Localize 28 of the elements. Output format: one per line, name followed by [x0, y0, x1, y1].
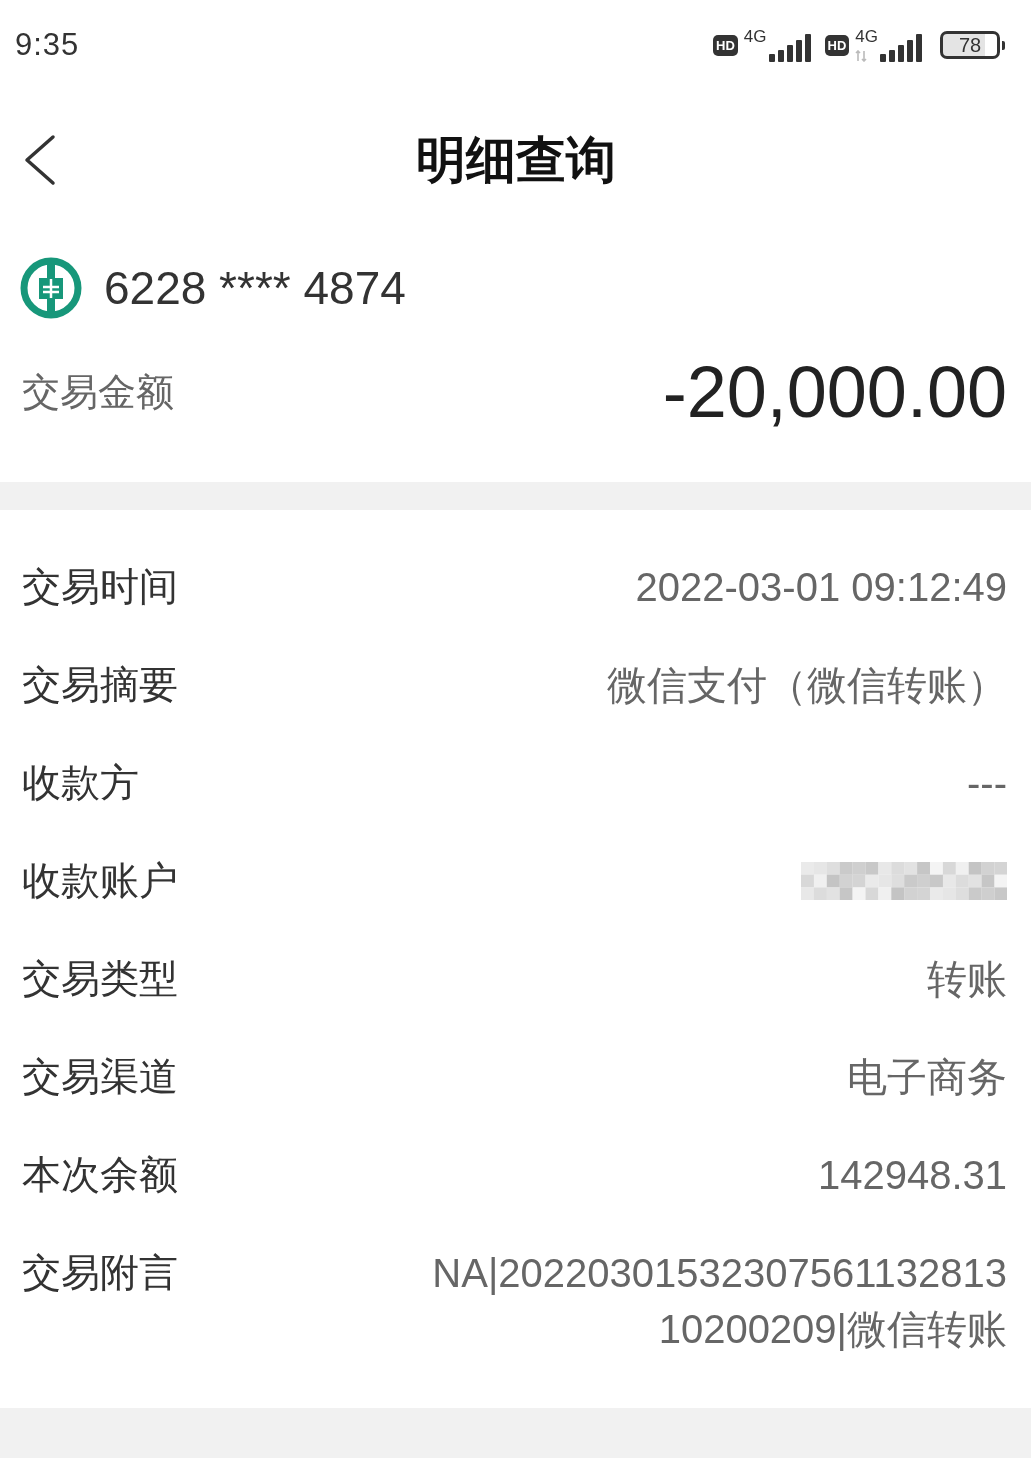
card-number: 6228 **** 4874 [104, 261, 406, 315]
hd-badge: HD [824, 34, 850, 56]
amount-label: 交易金额 [21, 369, 174, 415]
amount-value: -20,000.00 [662, 351, 1007, 433]
detail-label: 交易摘要 [22, 662, 178, 708]
circle-emblem-icon [20, 257, 82, 319]
detail-value: --- [967, 760, 1007, 807]
detail-label: 收款方 [22, 760, 139, 806]
detail-label: 本次余额 [22, 1152, 178, 1198]
signal-icon [880, 34, 924, 62]
page-title: 明细查询 [415, 130, 616, 190]
battery-indicator: 78 [940, 31, 1005, 59]
detail-value: 微信支付（微信转账） [607, 662, 1007, 709]
signal-icon [768, 34, 813, 62]
detail-value: 电子商务 [847, 1054, 1007, 1101]
detail-value: 2022-03-01 09:12:49 [635, 564, 1007, 611]
status-time: 9:35 [15, 27, 80, 63]
detail-label: 交易附言 [22, 1250, 178, 1296]
network-type: 4G [855, 28, 878, 45]
detail-value: NA|20220301532307561132813 10200209|微信转账 [432, 1250, 1007, 1353]
network-type: 4G [743, 28, 767, 45]
hd-badge: HD [713, 34, 738, 56]
detail-label: 交易渠道 [22, 1054, 178, 1100]
detail-value: 转账 [927, 956, 1007, 1003]
detail-label: 交易时间 [22, 564, 178, 610]
detail-value: 142948.31 [817, 1152, 1007, 1199]
detail-label: 收款账户 [22, 858, 178, 904]
detail-label: 交易类型 [22, 956, 178, 1002]
